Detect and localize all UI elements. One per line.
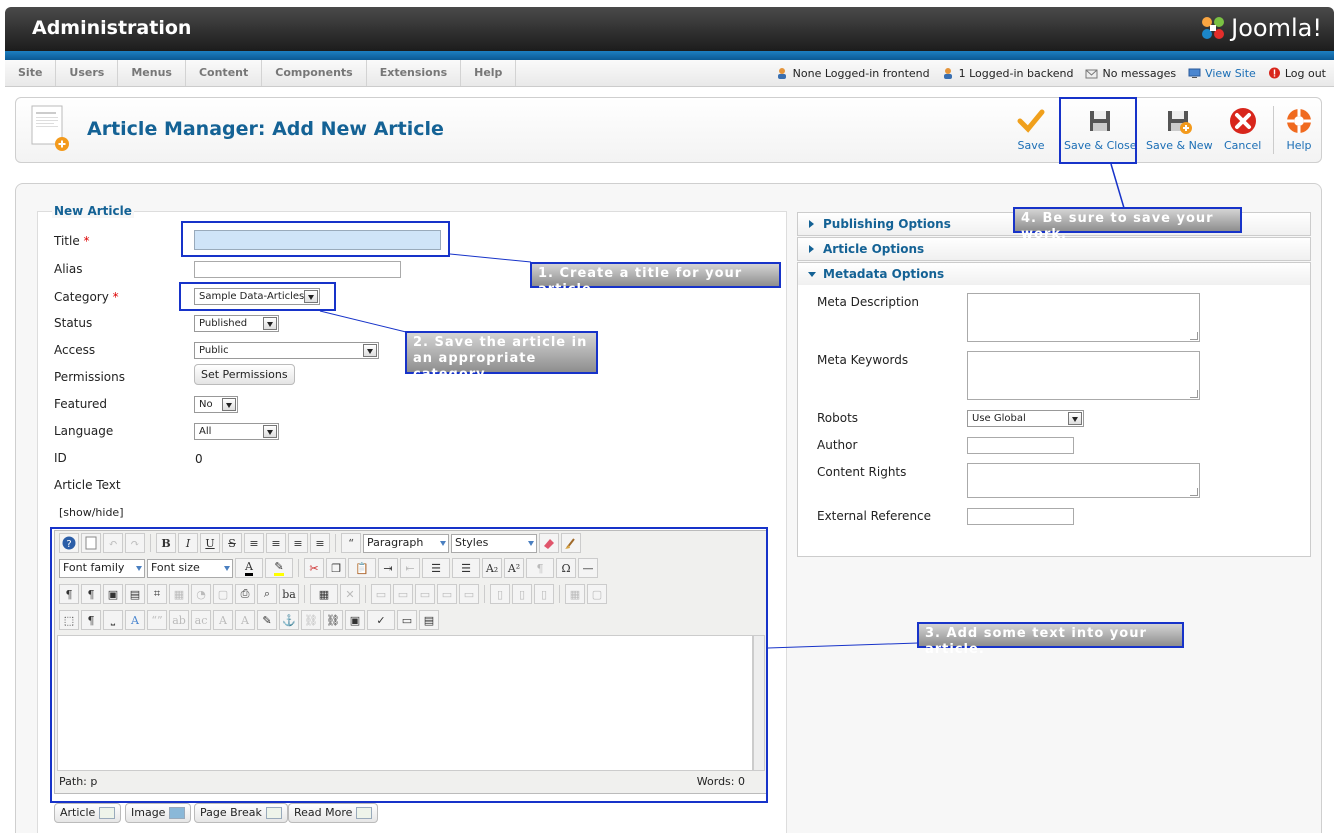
read-more-button[interactable]: Read More <box>288 803 379 823</box>
annotation-step-1: 1. Create a title for your article. <box>530 262 781 297</box>
chevron-right-icon <box>809 245 814 253</box>
image-icon <box>169 807 186 819</box>
annotation-step-3: 3. Add some text into your article. <box>917 622 1184 657</box>
logout-link[interactable]: Log out <box>1268 67 1326 80</box>
admin-header: Administration Joomla! <box>5 7 1334 51</box>
chevron-down-icon <box>363 344 377 357</box>
meta-keywords-label: Meta Keywords <box>817 353 909 367</box>
status-label: Status <box>54 316 93 330</box>
content-rights-textarea[interactable] <box>967 463 1200 498</box>
category-label: Category * <box>54 290 119 304</box>
author-input[interactable] <box>967 437 1074 454</box>
save-close-highlight <box>1059 97 1137 164</box>
id-value: 0 <box>195 452 203 466</box>
page-title: Article Manager: Add New Article <box>87 118 444 140</box>
messages-status[interactable]: No messages <box>1085 67 1176 80</box>
metadata-options-panel[interactable]: Metadata Options <box>797 262 1311 286</box>
mail-icon <box>1085 69 1098 79</box>
language-select[interactable]: All <box>194 423 279 440</box>
cancel-button[interactable]: Cancel <box>1224 106 1261 156</box>
chevron-down-icon <box>1068 412 1082 425</box>
checkmark-icon <box>1017 109 1045 133</box>
insert-image-button[interactable]: Image <box>125 803 192 823</box>
menu-site[interactable]: Site <box>5 60 57 86</box>
header-accent-bar <box>5 51 1334 60</box>
featured-select[interactable]: No <box>194 396 238 413</box>
chevron-down-icon <box>263 425 277 438</box>
user-icon <box>943 68 952 79</box>
article-text-label: Article Text <box>54 478 121 492</box>
chevron-down-icon <box>808 272 816 277</box>
insert-article-button[interactable]: Article <box>54 803 122 823</box>
status-select[interactable]: Published <box>194 315 279 332</box>
menu-components[interactable]: Components <box>262 60 367 86</box>
alias-label: Alias <box>54 262 83 276</box>
required-mark: * <box>83 234 90 248</box>
chevron-down-icon <box>263 317 277 330</box>
annotation-step-4: 4. Be sure to save your work. <box>1013 207 1242 242</box>
annotation-step-2: 2. Save the article in an appropriate ca… <box>405 331 598 382</box>
joomla-logo[interactable]: Joomla! <box>1199 14 1322 42</box>
set-permissions-button[interactable]: Set Permissions <box>194 364 295 385</box>
lifebuoy-icon <box>1287 109 1311 133</box>
robots-label: Robots <box>817 411 859 425</box>
frontend-users-status: None Logged-in frontend <box>776 67 930 80</box>
content-rights-label: Content Rights <box>817 465 907 479</box>
language-label: Language <box>54 424 114 438</box>
menu-users[interactable]: Users <box>56 60 119 86</box>
chevron-right-icon <box>809 220 814 228</box>
id-label: ID <box>54 451 67 465</box>
menu-menus[interactable]: Menus <box>118 60 186 86</box>
cancel-icon <box>1229 108 1256 134</box>
meta-description-textarea[interactable] <box>967 293 1200 342</box>
page-break-button[interactable]: Page Break <box>194 803 288 823</box>
access-select[interactable]: Public <box>194 342 379 359</box>
page-break-icon <box>265 807 282 819</box>
alias-input[interactable] <box>194 261 401 278</box>
read-more-icon <box>356 807 373 819</box>
backend-users-status: 1 Logged-in backend <box>942 67 1073 80</box>
users-icon <box>777 68 786 79</box>
admin-title: Administration <box>32 17 192 39</box>
floppy-disk-add-icon <box>1168 111 1193 134</box>
main-menu-bar: Site Users Menus Content Components Exte… <box>5 60 1334 87</box>
save-new-button[interactable]: Save & New <box>1146 106 1213 156</box>
view-site-link[interactable]: View Site <box>1188 67 1256 80</box>
article-icon <box>99 807 116 819</box>
external-reference-label: External Reference <box>817 509 932 523</box>
meta-keywords-textarea[interactable] <box>967 351 1200 400</box>
permissions-label: Permissions <box>54 370 125 384</box>
joomla-logo-icon <box>1202 17 1225 39</box>
toolbar-separator <box>1273 106 1274 154</box>
menu-extensions[interactable]: Extensions <box>367 60 462 86</box>
featured-label: Featured <box>54 397 107 411</box>
robots-select[interactable]: Use Global <box>967 410 1084 427</box>
article-add-icon <box>31 105 69 151</box>
title-highlight <box>181 221 450 257</box>
show-hide-toggle[interactable]: [show/hide] <box>59 506 124 519</box>
menu-help[interactable]: Help <box>461 60 517 86</box>
meta-description-label: Meta Description <box>817 295 919 309</box>
access-label: Access <box>54 343 96 357</box>
editor-highlight <box>50 527 768 803</box>
help-button[interactable]: Help <box>1284 106 1314 156</box>
required-mark: * <box>112 290 119 304</box>
external-reference-input[interactable] <box>967 508 1074 525</box>
chevron-down-icon <box>222 398 236 411</box>
author-label: Author <box>817 438 858 452</box>
category-highlight <box>179 282 336 311</box>
monitor-icon <box>1188 68 1201 78</box>
brand-text: Joomla! <box>1231 14 1322 42</box>
save-button[interactable]: Save <box>1016 106 1046 156</box>
fieldset-legend: New Article <box>52 204 134 218</box>
menu-content[interactable]: Content <box>186 60 263 86</box>
logout-icon <box>1268 67 1280 79</box>
title-label: Title * <box>54 234 90 248</box>
